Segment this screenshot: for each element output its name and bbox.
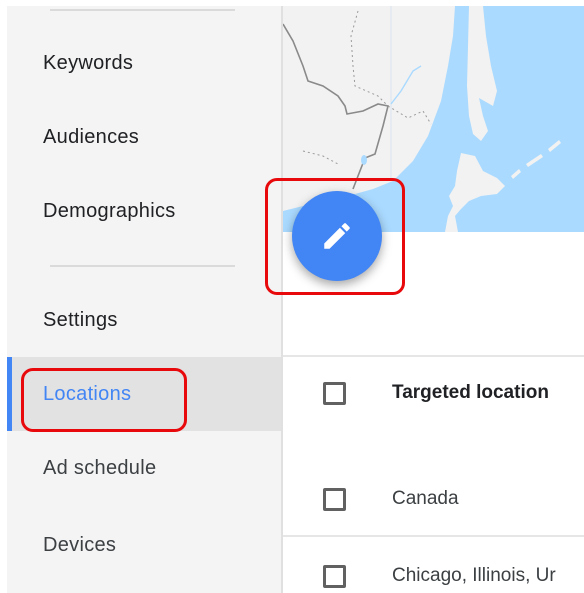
sidebar-item-demographics[interactable]: Demographics	[7, 174, 281, 248]
sidebar-item-locations[interactable]: Locations	[7, 357, 281, 431]
row-divider	[283, 535, 584, 537]
sidebar-item-settings[interactable]: Settings	[7, 283, 281, 357]
map-land-sakhalin	[467, 6, 497, 141]
sidebar-item-ad-schedule[interactable]: Ad schedule	[7, 431, 281, 505]
row-checkbox[interactable]	[323, 487, 346, 511]
location-name[interactable]: Chicago, Illinois, Ur	[392, 565, 556, 587]
map-land-hokkaido	[445, 153, 505, 232]
sidebar-item-label: Devices	[43, 533, 117, 556]
table-header-row: Targeted location	[283, 374, 584, 412]
app-frame: Keywords Audiences Demographics Settings…	[7, 6, 584, 593]
location-name[interactable]: Canada	[392, 488, 459, 510]
table-divider	[283, 355, 584, 357]
row-checkbox[interactable]	[323, 564, 346, 588]
sidebar-item-label: Keywords	[43, 51, 134, 74]
main-panel: Targeted location Canada Chicago, Illino…	[281, 6, 584, 593]
sidebar-item-label: Audiences	[43, 125, 140, 148]
table-row: Canada	[283, 480, 584, 518]
sidebar-item-audiences[interactable]: Audiences	[7, 100, 281, 174]
sidebar-item-keywords[interactable]: Keywords	[7, 26, 281, 100]
sidebar-item-label: Ad schedule	[43, 456, 157, 479]
sidebar-divider	[50, 9, 235, 11]
sidebar-nav: Keywords Audiences Demographics Settings…	[7, 6, 281, 593]
select-all-checkbox[interactable]	[323, 381, 346, 405]
pencil-icon	[324, 223, 350, 249]
map-lake	[361, 155, 367, 165]
column-header-targeted-location[interactable]: Targeted location	[392, 382, 549, 404]
sidebar-divider	[50, 265, 235, 267]
sidebar-item-devices[interactable]: Devices	[7, 508, 281, 582]
sidebar-item-label: Demographics	[43, 199, 176, 222]
sidebar-item-label: Locations	[43, 382, 132, 405]
sidebar-item-label: Settings	[43, 308, 118, 331]
map-land-kurils	[511, 140, 561, 179]
table-row: Chicago, Illinois, Ur	[283, 557, 584, 593]
edit-locations-button[interactable]	[292, 191, 382, 281]
